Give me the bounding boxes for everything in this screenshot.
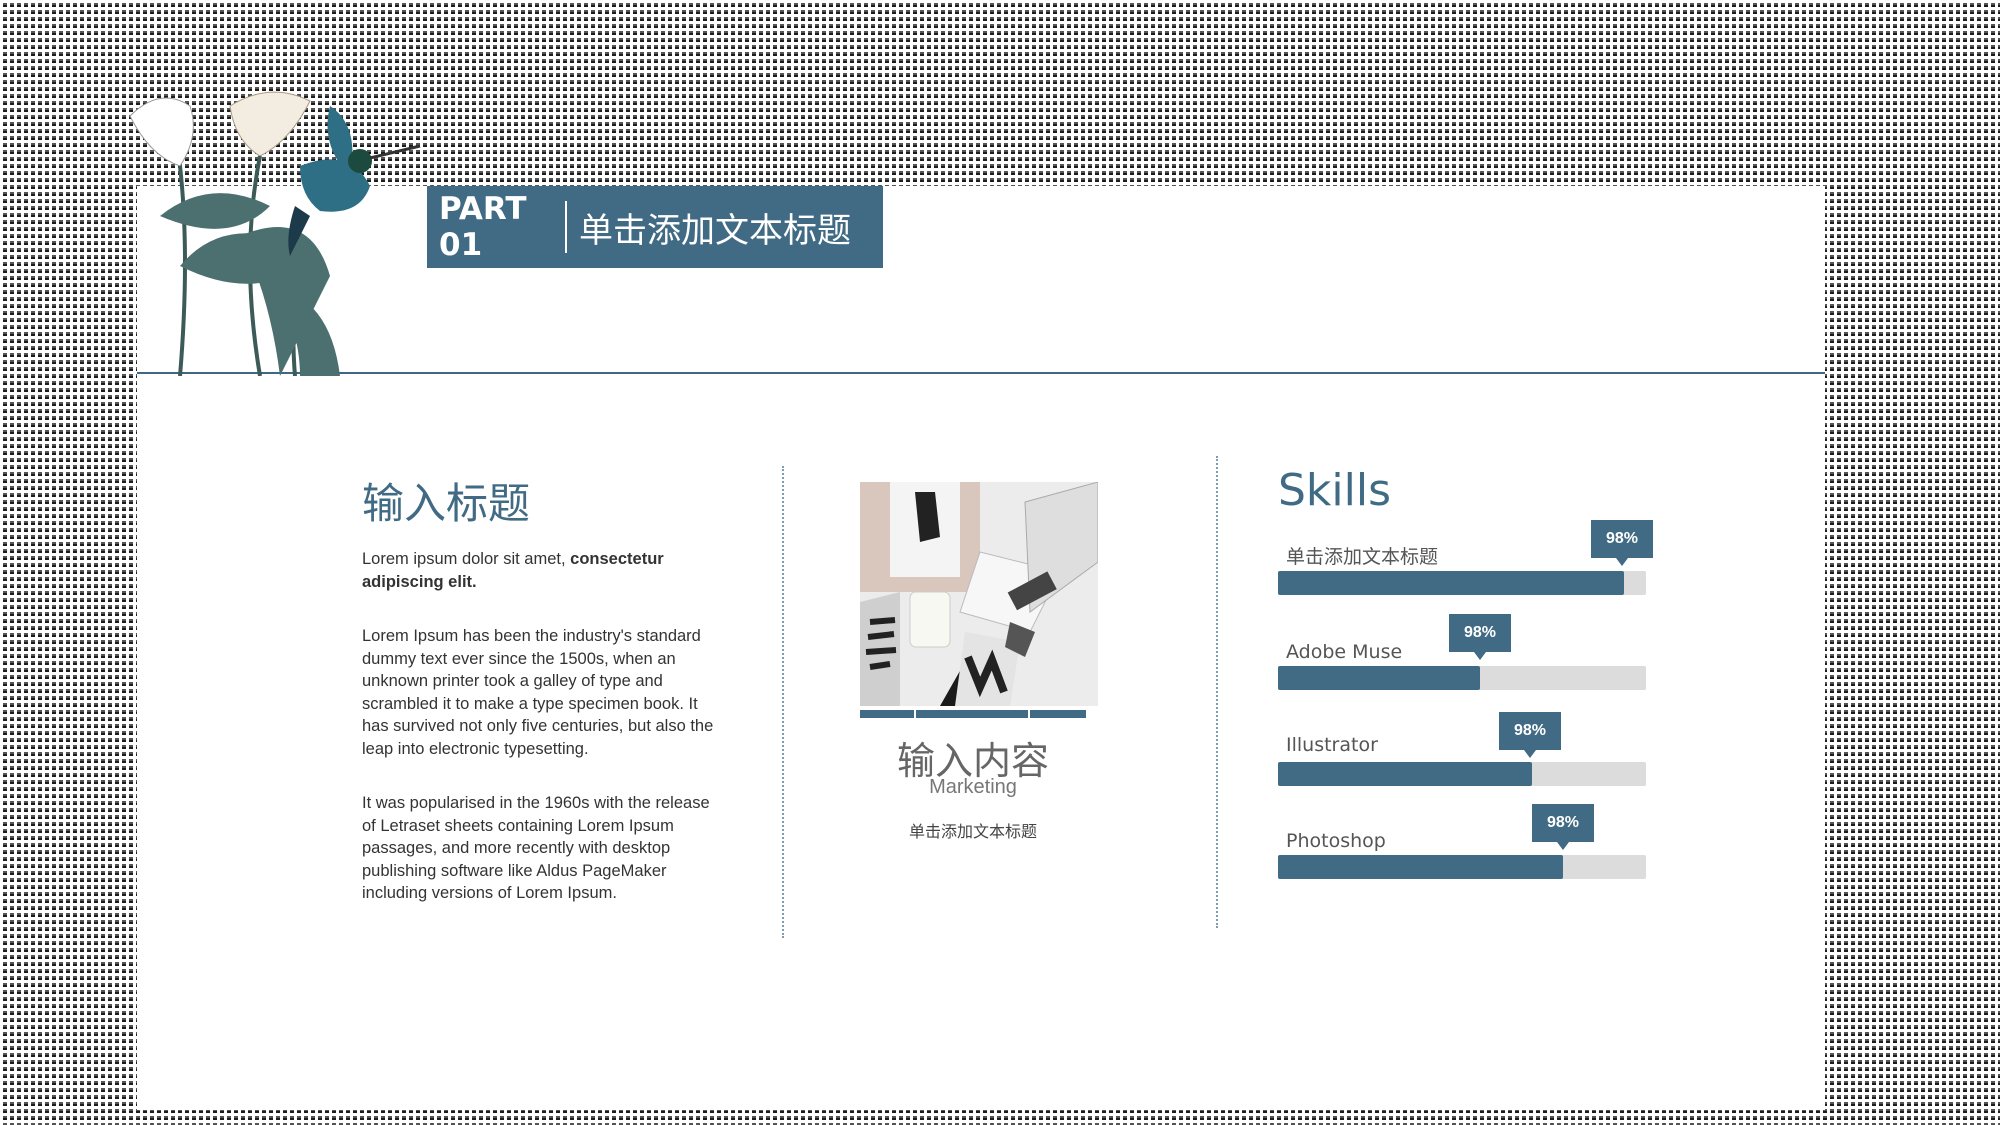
divider-left [782,466,784,938]
skill-badge: 98% [1591,520,1653,566]
skill-item: 单击添加文本标题 98% [1278,520,1653,610]
intro-plain: Lorem ipsum dolor sit amet, [362,550,571,568]
divider-right [1216,456,1218,928]
part-title: 单击添加文本标题 [579,210,851,251]
skills-title: Skills [1278,465,1392,516]
skill-item: Adobe Muse 98% [1278,614,1646,704]
skill-label: Photoshop [1286,830,1386,852]
photo-underline-bar [860,710,1086,718]
body-paragraph-2: It was popularised in the 1960s with the… [362,794,710,902]
flower-hummingbird-illustration [129,91,421,376]
skill-label: 单击添加文本标题 [1286,546,1439,568]
part-separator [565,201,567,253]
skill-track [1278,571,1646,595]
skill-label: Illustrator [1286,734,1378,756]
left-title: 输入标题 [362,479,531,528]
skill-label: Adobe Muse [1286,641,1403,663]
skill-track [1278,855,1646,879]
middle-subtitle: Marketing [929,776,1017,798]
skill-fill [1278,666,1481,690]
skill-badge: 98% [1532,804,1594,850]
skill-fill [1278,571,1624,595]
skill-badge: 98% [1449,614,1511,660]
office-photo [860,482,1098,706]
skill-fill [1278,855,1564,879]
skill-track [1278,762,1646,786]
middle-caption: 单击添加文本标题 [908,822,1037,841]
intro-paragraph: Lorem ipsum dolor sit amet, consectetur … [362,548,722,593]
body-paragraph-1: Lorem Ipsum has been the industry's stan… [362,627,714,758]
skill-item: Illustrator 98% [1278,712,1646,802]
skill-track [1278,666,1646,690]
skill-badge: 98% [1499,712,1561,758]
part-number: PART 01 [439,191,527,263]
skill-item: Photoshop 98% [1278,804,1646,894]
skill-fill [1278,762,1532,786]
part-header-box: PART 01 单击添加文本标题 [427,186,883,268]
